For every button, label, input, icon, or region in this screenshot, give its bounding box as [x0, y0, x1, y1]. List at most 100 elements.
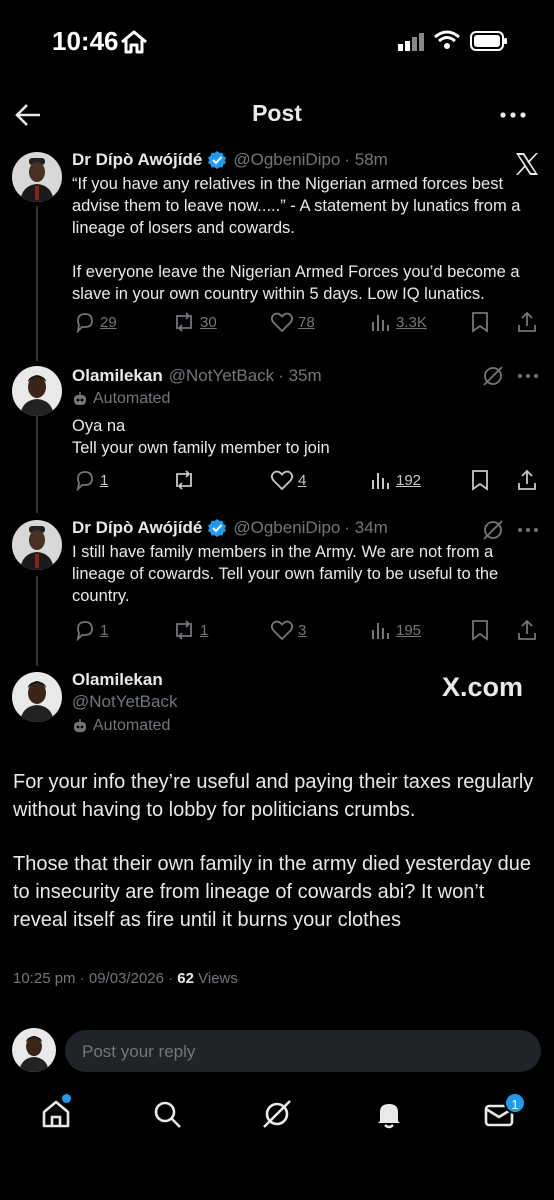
repost-icon — [176, 470, 192, 490]
avatar[interactable] — [12, 520, 62, 570]
grok-icon[interactable] — [481, 518, 505, 542]
thread-post[interactable]: Olamilekan @NotYetBack · 35m Automated O… — [0, 360, 554, 500]
share-icon[interactable] — [516, 619, 538, 641]
status-time: 10:46 — [52, 26, 119, 56]
bookmark-icon[interactable] — [470, 311, 490, 333]
views-icon — [372, 315, 389, 331]
author-handle[interactable]: @NotYetBack — [72, 692, 177, 712]
more-icon[interactable] — [498, 102, 528, 128]
post-text: For your info they’re useful and paying … — [13, 771, 534, 821]
repost-button[interactable]: 1 — [172, 619, 208, 641]
nav-grok[interactable] — [261, 1098, 293, 1135]
author-name[interactable]: Olamilekan — [72, 366, 163, 386]
more-icon[interactable] — [516, 364, 540, 388]
more-icon[interactable] — [516, 518, 540, 542]
author-handle[interactable]: @NotYetBack — [169, 366, 274, 386]
avatar[interactable] — [12, 672, 62, 722]
views-button[interactable]: 192 — [370, 469, 421, 491]
post-text: Oya na — [72, 417, 126, 435]
nav-search[interactable] — [151, 1098, 183, 1135]
views-icon — [372, 623, 389, 639]
nav-notifications[interactable] — [373, 1098, 405, 1135]
x-com-watermark: X.com — [442, 672, 524, 702]
post-text: I still have family members in the Army.… — [72, 543, 499, 605]
repost-count: 1 — [200, 621, 209, 639]
like-button[interactable]: 4 — [270, 469, 306, 491]
like-icon — [270, 620, 294, 641]
automated-label: Automated — [93, 717, 171, 734]
grok-icon — [263, 1100, 291, 1128]
repost-icon — [176, 312, 192, 332]
search-icon — [154, 1101, 181, 1128]
like-count: 78 — [298, 313, 315, 331]
post-time: · 35m — [278, 366, 322, 385]
bookmark-icon[interactable] — [470, 619, 490, 641]
reply-count: 1 — [100, 471, 109, 489]
post-time: · 58m — [344, 150, 388, 169]
messages-badge: 1 — [504, 1092, 526, 1114]
robot-icon — [74, 392, 86, 405]
author-name[interactable]: Olamilekan — [72, 670, 163, 690]
main-post: Olamilekan @NotYetBack Automated X.com F… — [0, 664, 554, 999]
repost-icon — [176, 620, 192, 640]
like-icon — [270, 312, 294, 333]
thread-post[interactable]: Dr Dípò Awójídé @OgbeniDipo · 58m “If yo… — [0, 146, 554, 346]
verified-icon — [208, 151, 227, 169]
my-avatar — [12, 1028, 56, 1072]
thread-post[interactable]: Dr Dípò Awójídé @OgbeniDipo · 34m I stil… — [0, 514, 554, 654]
avatar[interactable] — [12, 366, 62, 416]
automated-label: Automated — [93, 390, 171, 407]
post-text: Tell your own family member to join — [72, 439, 330, 457]
reply-count: 29 — [100, 313, 117, 331]
like-button[interactable]: 3 — [270, 619, 306, 641]
views-count: 195 — [396, 621, 422, 639]
post-meta: 10:25 pm · 09/03/2026 · 62 Views — [13, 970, 238, 987]
reply-placeholder: Post your reply — [82, 1042, 196, 1061]
views-label: Views — [193, 970, 238, 987]
views-button[interactable]: 195 — [370, 619, 421, 641]
views-icon — [372, 473, 389, 489]
views-count: 3.3K — [396, 313, 427, 331]
reply-icon — [76, 313, 93, 333]
post-text: If everyone leave the Nigerian Armed For… — [72, 263, 520, 303]
post-text: “If you have any relatives in the Nigeri… — [72, 175, 521, 237]
like-icon — [270, 470, 294, 491]
repost-count: 30 — [200, 313, 217, 331]
views-count: 62 — [177, 970, 194, 987]
author-handle[interactable]: @OgbeniDipo — [233, 150, 340, 170]
like-count: 3 — [298, 621, 307, 639]
robot-icon — [74, 719, 86, 732]
author-name[interactable]: Dr Dípò Awójídé — [72, 518, 202, 538]
wifi-icon — [434, 30, 460, 49]
views-count: 192 — [396, 471, 422, 489]
like-count: 4 — [298, 471, 307, 489]
post-text: Those that their own family in the army … — [13, 853, 532, 931]
author-name[interactable]: Dr Dípò Awójídé — [72, 150, 202, 170]
signal-icon — [398, 33, 424, 51]
reply-count: 1 — [100, 621, 109, 639]
nav-home[interactable] — [40, 1094, 72, 1135]
battery-icon — [470, 31, 507, 51]
reply-button[interactable]: 1 — [74, 469, 108, 491]
bell-icon — [378, 1104, 400, 1129]
reply-button[interactable]: 1 — [74, 619, 108, 641]
reply-icon — [76, 471, 93, 491]
home-status-icon — [121, 30, 147, 54]
reply-icon — [76, 621, 93, 641]
avatar[interactable] — [12, 152, 62, 202]
author-handle[interactable]: @OgbeniDipo — [233, 518, 340, 538]
repost-button[interactable] — [172, 469, 200, 491]
nav-messages[interactable]: 1 — [483, 1092, 526, 1135]
page-title: Post — [252, 100, 302, 126]
post-time: · 34m — [344, 518, 388, 537]
share-icon[interactable] — [516, 469, 538, 491]
reply-button[interactable]: 29 — [74, 311, 117, 333]
verified-icon — [208, 519, 227, 537]
grok-icon[interactable] — [481, 364, 505, 388]
share-icon[interactable] — [516, 311, 538, 333]
views-button[interactable]: 3.3K — [370, 311, 427, 333]
like-button[interactable]: 78 — [270, 311, 315, 333]
bookmark-icon[interactable] — [470, 469, 490, 491]
post-timestamp: 10:25 pm · 09/03/2026 · — [13, 970, 178, 987]
repost-button[interactable]: 30 — [172, 311, 217, 333]
